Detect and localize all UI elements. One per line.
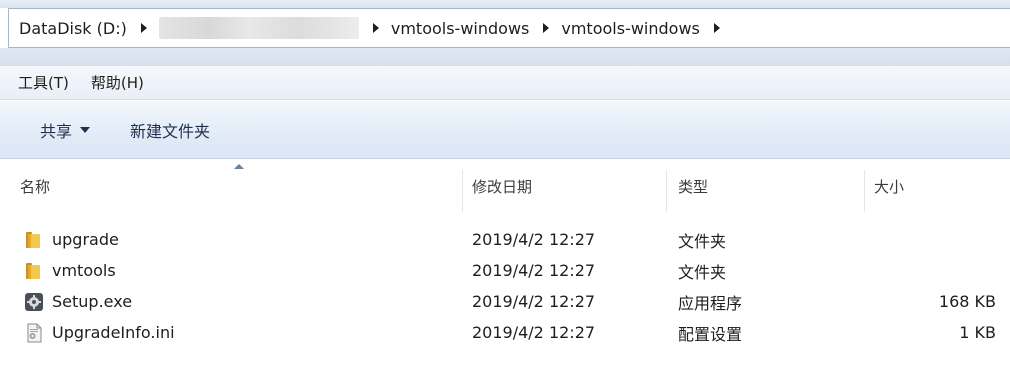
command-toolbar: 共享 新建文件夹 [0, 101, 1010, 159]
gear-app-icon [25, 292, 43, 311]
file-row[interactable]: UpgradeInfo.ini 2019/4/2 12:27 配置设置 1 KB [0, 317, 1010, 348]
column-name-header[interactable]: 名称 [20, 160, 50, 212]
breadcrumb-redacted-segment[interactable] [158, 17, 359, 39]
file-size: 168 KB [938, 292, 996, 311]
breadcrumb-arrow-icon[interactable] [140, 23, 147, 33]
new-folder-button[interactable]: 新建文件夹 [130, 118, 210, 142]
dropdown-caret-icon [80, 126, 91, 133]
address-bar[interactable]: DataDisk (D:) vmtools-windows vmtools-wi… [8, 8, 1010, 48]
menu-bar: 工具(T) 帮助(H) [0, 66, 1010, 100]
share-button[interactable]: 共享 [40, 118, 91, 142]
folder-icon [26, 262, 40, 279]
file-name: vmtools [52, 261, 116, 280]
column-modified-header[interactable]: 修改日期 [472, 160, 532, 212]
file-name: Setup.exe [52, 292, 133, 311]
breadcrumb-arrow-icon[interactable] [543, 23, 550, 33]
file-modified: 2019/4/2 12:27 [472, 323, 596, 342]
column-size-header[interactable]: 大小 [874, 160, 904, 212]
window-top-strip [0, 0, 1010, 8]
menu-help[interactable]: 帮助(H) [91, 72, 144, 93]
file-list: upgrade 2019/4/2 12:27 文件夹 vmtools 2019/… [0, 224, 1010, 348]
file-modified: 2019/4/2 12:27 [472, 230, 596, 249]
file-type: 配置设置 [678, 324, 743, 344]
file-name: upgrade [52, 230, 119, 249]
file-modified: 2019/4/2 12:27 [472, 261, 596, 280]
file-type: 文件夹 [678, 231, 727, 251]
file-row[interactable]: Setup.exe 2019/4/2 12:27 应用程序 168 KB [0, 286, 1010, 317]
file-name: UpgradeInfo.ini [52, 323, 175, 342]
file-type: 应用程序 [678, 293, 743, 313]
breadcrumb-root[interactable]: DataDisk (D:) [19, 19, 127, 38]
column-divider[interactable] [864, 170, 865, 212]
breadcrumb-arrow-icon[interactable] [713, 23, 720, 33]
breadcrumb-arrow-icon[interactable] [372, 23, 379, 33]
breadcrumb-segment-1[interactable]: vmtools-windows [391, 19, 530, 38]
column-header: 名称 修改日期 类型 大小 [0, 160, 1010, 212]
column-divider[interactable] [666, 170, 667, 212]
breadcrumb-segment-2[interactable]: vmtools-windows [561, 19, 700, 38]
file-row[interactable]: vmtools 2019/4/2 12:27 文件夹 [0, 255, 1010, 286]
settings-file-icon [27, 323, 42, 342]
file-modified: 2019/4/2 12:27 [472, 292, 596, 311]
folder-icon [26, 231, 40, 248]
chrome-gap [0, 48, 1010, 66]
column-divider[interactable] [462, 170, 463, 212]
menu-tools[interactable]: 工具(T) [18, 72, 69, 93]
file-type: 文件夹 [678, 262, 727, 282]
sort-ascending-icon [234, 164, 244, 169]
file-row[interactable]: upgrade 2019/4/2 12:27 文件夹 [0, 224, 1010, 255]
column-type-header[interactable]: 类型 [678, 160, 708, 212]
file-size: 1 KB [959, 323, 996, 342]
